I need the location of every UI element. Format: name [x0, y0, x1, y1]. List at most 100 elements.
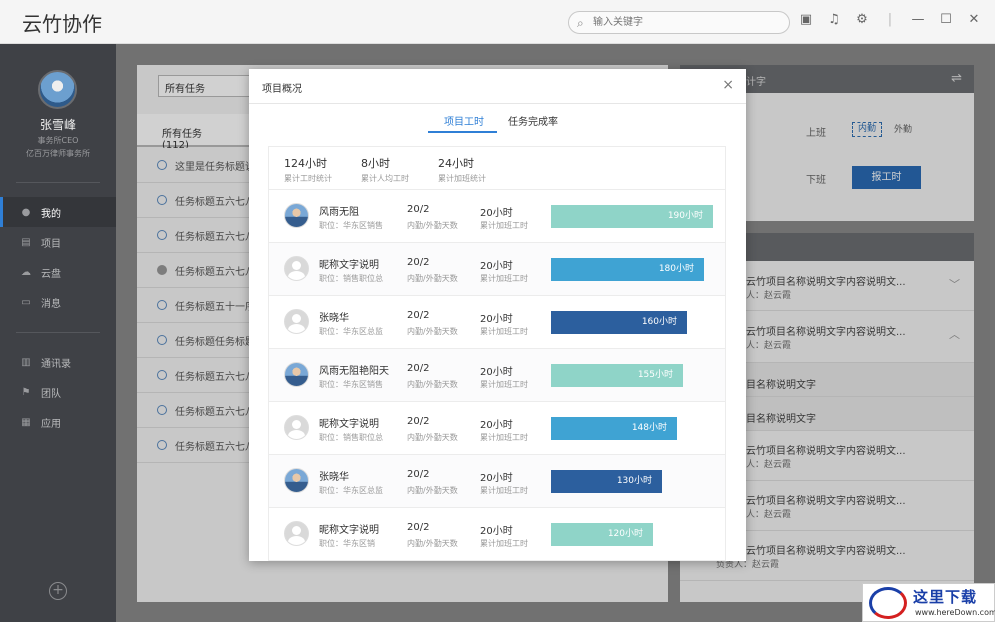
watermark-title: 这里下载	[913, 588, 978, 606]
avatar	[284, 256, 309, 281]
attendance-days-label: 内勤/外勤天数	[407, 221, 458, 230]
hours-bar: 120小时	[551, 523, 653, 546]
search-input[interactable]	[593, 15, 773, 30]
member-list: 风雨无阻 职位：华东区销售 20/2 内勤/外勤天数 20小时 累计加班工时 190小时 昵称…	[269, 190, 725, 560]
hours-bar: 130小时	[551, 470, 662, 493]
member-row[interactable]: 昵称文字说明 职位：销售职位总 20/2 内勤/外勤天数 20小时 累计加班工时 180小时	[269, 243, 725, 296]
briefcase-icon[interactable]: ▣	[799, 12, 813, 27]
hours-bar: 160小时	[551, 311, 687, 334]
nav-item-mine[interactable]: ● 我的	[0, 197, 116, 227]
attendance-days: 20/2	[407, 522, 430, 533]
nav-label: 消息	[41, 298, 61, 310]
bell-icon[interactable]: ♫	[827, 12, 841, 27]
divider	[16, 182, 100, 183]
maximize-icon[interactable]: ☐	[939, 12, 953, 27]
attendance-days: 20/2	[407, 416, 430, 427]
member-row[interactable]: 张晓华 职位：华东区总监 20/2 内勤/外勤天数 20小时 累计加班工时 130小时	[269, 455, 725, 508]
overtime-label: 累计加班工时	[480, 327, 528, 336]
nav-item-cloud[interactable]: ☁ 云盘	[0, 257, 116, 287]
member-position: 职位：华东区总监	[319, 327, 383, 336]
member-name: 风雨无阻	[319, 207, 359, 218]
nav-item-apps[interactable]: ▦ 应用	[0, 407, 116, 437]
avatar	[284, 521, 309, 546]
active-tab-indicator	[428, 131, 497, 133]
overtime-hours: 20小时	[480, 261, 513, 272]
avatar	[284, 203, 309, 228]
member-row[interactable]: 风雨无阻 职位：华东区销售 20/2 内勤/外勤天数 20小时 累计加班工时 190小时	[269, 190, 725, 243]
summary-overtime: 24小时 累计加班统计	[438, 147, 515, 189]
avatar[interactable]	[38, 70, 77, 109]
user-org: 亿百万律师事务所	[26, 149, 90, 158]
search-box[interactable]: ⌕	[568, 11, 790, 34]
summary-label: 累计人均工时	[361, 174, 409, 183]
tab-project-hours[interactable]: 项目工时	[444, 113, 484, 128]
main-nav: ● 我的 ▤ 项目 ☁ 云盘 ▭ 消息	[0, 197, 116, 317]
minimize-icon[interactable]: —	[911, 12, 925, 27]
flag-icon: ⚑	[21, 386, 31, 398]
nav-item-contacts[interactable]: ▥ 通讯录	[0, 347, 116, 377]
nav-item-team[interactable]: ⚑ 团队	[0, 377, 116, 407]
grid-icon: ▦	[21, 416, 31, 428]
member-name: 张晓华	[319, 313, 349, 324]
modal-title: 项目概况	[262, 84, 302, 95]
overtime-label: 累计加班工时	[480, 380, 528, 389]
gear-icon[interactable]: ⚙	[855, 12, 869, 27]
overtime-hours: 20小时	[480, 420, 513, 431]
summary-avg-hours: 8小时 累计人均工时	[361, 147, 438, 189]
overtime-hours: 20小时	[480, 314, 513, 325]
search-icon: ⌕	[577, 16, 584, 30]
nav-label: 通讯录	[41, 358, 71, 370]
user-icon: ●	[21, 206, 31, 218]
hours-bar: 148小时	[551, 417, 677, 440]
attendance-days: 20/2	[407, 204, 430, 215]
hours-bar: 190小时	[551, 205, 713, 228]
app-title: 云竹协作	[22, 12, 102, 36]
member-row[interactable]: 昵称文字说明 职位：华东区销 20/2 内勤/外勤天数 20小时 累计加班工时 120小时	[269, 508, 725, 560]
nav-item-message[interactable]: ▭ 消息	[0, 287, 116, 317]
member-row[interactable]: 昵称文字说明 职位：销售职位总 20/2 内勤/外勤天数 20小时 累计加班工时 148小时	[269, 402, 725, 455]
member-name: 昵称文字说明	[319, 260, 379, 271]
summary-label: 累计工时统计	[284, 174, 332, 183]
attendance-days: 20/2	[407, 310, 430, 321]
watermark-url: www.hereDown.com	[915, 608, 995, 617]
member-position: 职位：销售职位总	[319, 274, 383, 283]
overtime-label: 累计加班工时	[480, 486, 528, 495]
nav-item-project[interactable]: ▤ 项目	[0, 227, 116, 257]
watermark-logo: 这里下载 www.hereDown.com	[862, 583, 995, 622]
overtime-label: 累计加班工时	[480, 539, 528, 548]
nav-label: 项目	[41, 238, 61, 250]
member-position: 职位：销售职位总	[319, 433, 383, 442]
separator: |	[887, 12, 893, 27]
attendance-days: 20/2	[407, 257, 430, 268]
attendance-days-label: 内勤/外勤天数	[407, 380, 458, 389]
nav-label: 云盘	[41, 268, 61, 280]
modal-header: 项目概况 ×	[249, 69, 746, 104]
member-name: 风雨无阻艳阳天	[319, 366, 389, 377]
member-row[interactable]: 张晓华职位：华东区总监 20/2 内勤/外勤天数 20小时累计加班工时 160小时	[269, 296, 725, 349]
member-name: 昵称文字说明	[319, 419, 379, 430]
modal-content: 124小时累计工时统计 8小时 累计人均工时 24小时 累计加班统计 风雨无阻职位：…	[268, 146, 726, 561]
attendance-days-label: 内勤/外勤天数	[407, 539, 458, 548]
member-position: 职位：华东区销售	[319, 380, 383, 389]
avatar	[284, 309, 309, 334]
overtime-hours: 20小时	[480, 367, 513, 378]
project-overview-modal: 项目概况 × 项目工时 任务完成率 124小时累计工时统计 8小时 累计人均工时 …	[249, 69, 746, 561]
attendance-days-label: 内勤/外勤天数	[407, 327, 458, 336]
member-row[interactable]: 风雨无阻艳阳天 职位：华东区销售 20/2 内勤/外勤天数 20小时 累计加班工时 155小…	[269, 349, 725, 402]
close-icon[interactable]: ✕	[967, 12, 981, 27]
secondary-nav: ▥ 通讯录 ⚑ 团队 ▦ 应用	[0, 347, 116, 437]
summary-value: 124小时	[284, 157, 327, 170]
attendance-days-label: 内勤/外勤天数	[407, 433, 458, 442]
tab-completion-rate[interactable]: 任务完成率	[508, 113, 558, 128]
attendance-days-label: 内勤/外勤天数	[407, 486, 458, 495]
close-icon[interactable]: ×	[722, 77, 734, 93]
add-button[interactable]: +	[49, 582, 67, 600]
member-position: 职位：华东区销售	[319, 221, 383, 230]
attendance-days-label: 内勤/外勤天数	[407, 274, 458, 283]
summary-bar: 124小时累计工时统计 8小时 累计人均工时 24小时 累计加班统计	[269, 147, 725, 190]
hours-bar: 155小时	[551, 364, 683, 387]
user-role: 事务所CEO	[37, 136, 79, 145]
member-position: 职位：华东区总监	[319, 486, 383, 495]
modal-tabs: 项目工时 任务完成率	[249, 104, 746, 134]
member-position: 职位：华东区销	[319, 539, 375, 548]
